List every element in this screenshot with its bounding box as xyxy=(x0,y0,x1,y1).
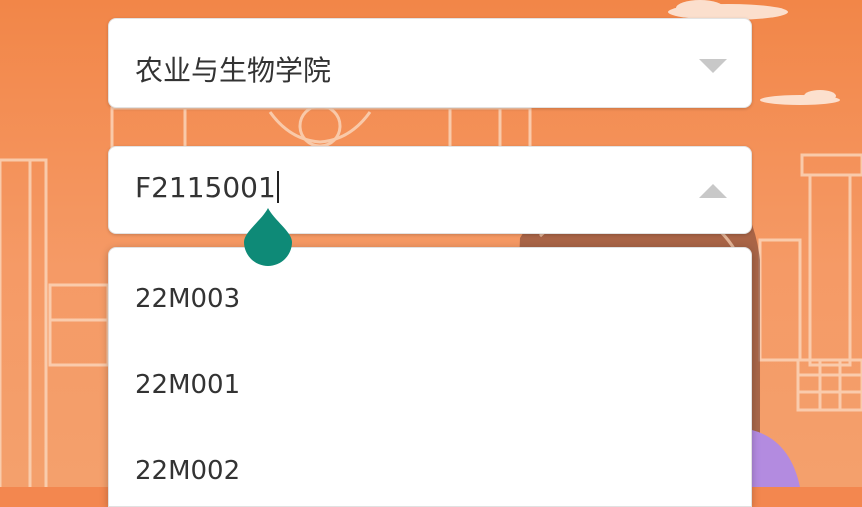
text-cursor xyxy=(276,171,279,203)
chevron-down-icon[interactable] xyxy=(699,59,727,73)
college-select[interactable]: 农业与生物学院 xyxy=(108,18,752,108)
dropdown-option-22m003[interactable]: 22M003 xyxy=(135,284,240,314)
text-selection-handle-icon[interactable] xyxy=(244,208,292,266)
class-input[interactable]: F2115001 xyxy=(108,146,752,234)
dropdown-option-22m001[interactable]: 22M001 xyxy=(135,370,240,400)
class-input-value: F2115001 xyxy=(135,171,276,204)
class-dropdown-list: 22M003 22M001 22M002 xyxy=(108,247,752,507)
chevron-up-icon[interactable] xyxy=(699,184,727,198)
dropdown-option-22m002[interactable]: 22M002 xyxy=(135,456,240,486)
college-select-value: 农业与生物学院 xyxy=(135,54,332,87)
